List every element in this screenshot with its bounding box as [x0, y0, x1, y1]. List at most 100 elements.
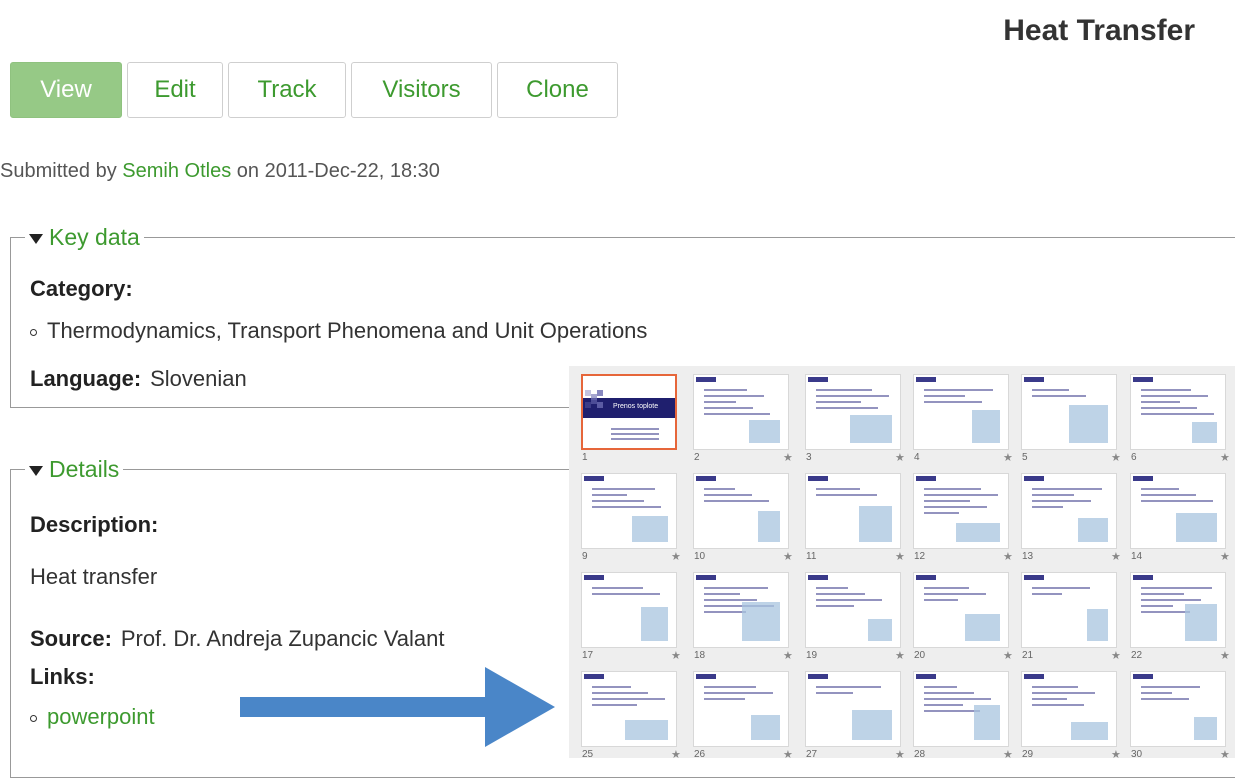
- slide-header: [584, 476, 604, 481]
- star-icon[interactable]: ★: [671, 748, 681, 761]
- star-icon[interactable]: ★: [671, 649, 681, 662]
- star-icon[interactable]: ★: [1003, 748, 1013, 761]
- slide-picture: [852, 710, 892, 740]
- slide-text-line: [924, 395, 965, 397]
- slide-thumbnail[interactable]: [913, 572, 1009, 648]
- slide-thumbnail[interactable]: [693, 374, 789, 450]
- tab-edit[interactable]: Edit: [127, 62, 223, 118]
- star-icon[interactable]: ★: [895, 451, 905, 464]
- star-icon[interactable]: ★: [783, 649, 793, 662]
- star-icon[interactable]: ★: [1220, 748, 1230, 761]
- powerpoint-link[interactable]: powerpoint: [47, 704, 155, 729]
- slide-text-line: [1032, 587, 1090, 589]
- submitted-info: Submitted by Semih Otles on 2011-Dec-22,…: [0, 160, 440, 183]
- category-item: Thermodynamics, Transport Phenomena and …: [30, 318, 647, 344]
- slide-text-line: [592, 488, 655, 490]
- star-icon[interactable]: ★: [783, 451, 793, 464]
- slide-text-line: [704, 407, 753, 409]
- star-icon[interactable]: ★: [1003, 550, 1013, 563]
- slide-thumbnail[interactable]: [693, 473, 789, 549]
- slide-thumbnail[interactable]: [1021, 473, 1117, 549]
- star-icon[interactable]: ★: [783, 550, 793, 563]
- star-icon[interactable]: ★: [1220, 451, 1230, 464]
- slide-thumbnail[interactable]: [1130, 374, 1226, 450]
- slide-header: [696, 476, 716, 481]
- star-icon[interactable]: ★: [1220, 649, 1230, 662]
- slide-picture: [742, 602, 780, 641]
- slide-number: 5: [1022, 452, 1028, 463]
- slide-thumbnail[interactable]: [693, 572, 789, 648]
- slide-number: 21: [1022, 650, 1034, 661]
- tab-clone[interactable]: Clone: [497, 62, 618, 118]
- slide-text-line: [611, 438, 659, 440]
- slide-thumbnail[interactable]: [805, 572, 901, 648]
- slide-thumbnail[interactable]: [1130, 473, 1226, 549]
- star-icon[interactable]: ★: [1111, 550, 1121, 563]
- slide-number: 22: [1131, 650, 1143, 661]
- submitted-middle: on: [236, 160, 260, 182]
- slide-thumbnail[interactable]: [913, 671, 1009, 747]
- slide-header: [808, 377, 828, 382]
- slide-thumbnail[interactable]: [693, 671, 789, 747]
- slide-text-line: [1032, 488, 1102, 490]
- slide-thumbnail[interactable]: [1021, 374, 1117, 450]
- slide-thumbnail[interactable]: [805, 671, 901, 747]
- slide-text-line: [924, 494, 998, 496]
- star-icon[interactable]: ★: [671, 550, 681, 563]
- details-legend[interactable]: Details: [25, 456, 123, 483]
- star-icon[interactable]: ★: [1111, 649, 1121, 662]
- slide-text-line: [816, 488, 860, 490]
- tab-view[interactable]: View: [10, 62, 122, 118]
- star-icon[interactable]: ★: [1111, 451, 1121, 464]
- slide-thumbnail[interactable]: [913, 473, 1009, 549]
- star-icon[interactable]: ★: [783, 748, 793, 761]
- slide-header: [696, 575, 716, 580]
- slide-number: 27: [806, 749, 818, 760]
- slide-thumbnail[interactable]: Prenos toplote: [581, 374, 677, 450]
- slide-number: 6: [1131, 452, 1137, 463]
- star-icon[interactable]: ★: [1220, 550, 1230, 563]
- slide-text-line: [924, 710, 980, 712]
- slide-thumbnail[interactable]: [1021, 671, 1117, 747]
- tab-visitors[interactable]: Visitors: [351, 62, 492, 118]
- slide-text-line: [1032, 698, 1067, 700]
- slide-thumbnail-grid: Prenos toplote 1 2 ★ 3 ★ 4 ★ 5 ★ 6 ★ 9 ★ 10 ★ 11 ★ 12 ★ 13 ★ 1…: [569, 366, 1235, 761]
- slide-thumbnail[interactable]: [805, 374, 901, 450]
- slide-text-line: [816, 407, 878, 409]
- slide-thumbnail[interactable]: [581, 572, 677, 648]
- slide-thumbnail[interactable]: [913, 374, 1009, 450]
- slide-thumbnail[interactable]: [1021, 572, 1117, 648]
- slide-picture: [859, 506, 892, 542]
- link-item: powerpoint: [30, 704, 155, 730]
- slide-picture: [749, 420, 780, 443]
- slide-picture: [625, 720, 668, 740]
- star-icon[interactable]: ★: [1003, 649, 1013, 662]
- slide-text-line: [1032, 494, 1074, 496]
- star-icon[interactable]: ★: [895, 550, 905, 563]
- star-icon[interactable]: ★: [1111, 748, 1121, 761]
- slide-title: Prenos toplote: [613, 403, 659, 410]
- slide-text-line: [592, 593, 660, 595]
- slide-picture: [1069, 405, 1108, 443]
- slide-number: 11: [806, 551, 817, 562]
- tab-track[interactable]: Track: [228, 62, 346, 118]
- slide-text-line: [1032, 593, 1062, 595]
- key-data-legend[interactable]: Key data: [25, 224, 144, 251]
- slide-thumbnail[interactable]: [805, 473, 901, 549]
- slide-number: 2: [694, 452, 700, 463]
- slide-thumbnail[interactable]: [581, 671, 677, 747]
- slide-text-line: [1141, 395, 1208, 397]
- star-icon[interactable]: ★: [895, 748, 905, 761]
- slide-picture: [1176, 513, 1217, 542]
- slide-number: 3: [806, 452, 812, 463]
- slide-text-line: [1141, 488, 1179, 490]
- slide-thumbnail[interactable]: [581, 473, 677, 549]
- star-icon[interactable]: ★: [895, 649, 905, 662]
- slide-thumbnail[interactable]: [1130, 572, 1226, 648]
- slide-picture: [1071, 722, 1108, 740]
- slide-number: 4: [914, 452, 920, 463]
- slide-header: [1133, 377, 1153, 382]
- slide-thumbnail[interactable]: [1130, 671, 1226, 747]
- author-link[interactable]: Semih Otles: [122, 160, 231, 182]
- star-icon[interactable]: ★: [1003, 451, 1013, 464]
